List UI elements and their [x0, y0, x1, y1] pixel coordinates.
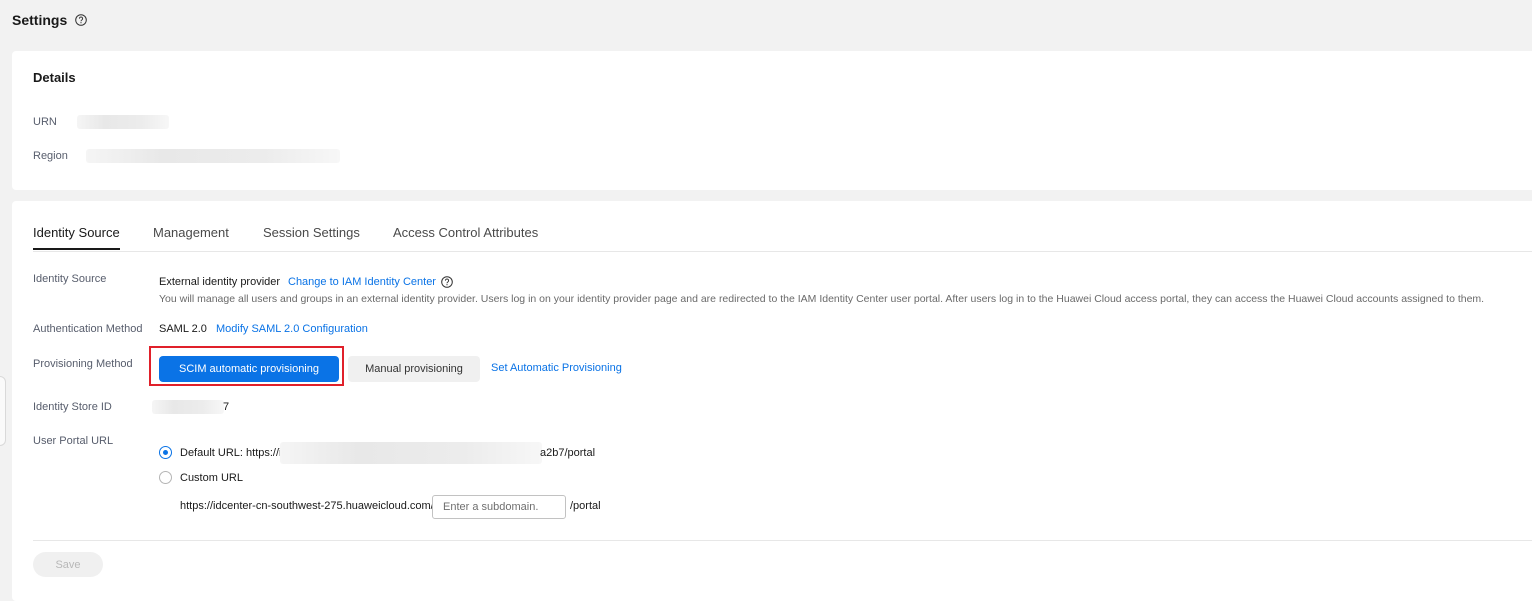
- page-header: Settings: [12, 12, 88, 28]
- urn-value-redacted: [77, 115, 169, 129]
- identity-source-label: Identity Source: [33, 273, 107, 285]
- subdomain-input[interactable]: [432, 495, 566, 519]
- identity-store-id-label: Identity Store ID: [33, 401, 112, 413]
- divider: [33, 540, 1532, 541]
- identity-source-value: External identity provider: [159, 276, 281, 288]
- custom-url-suffix: /portal: [570, 500, 601, 512]
- page-title: Settings: [12, 12, 68, 28]
- side-panel-handle[interactable]: [0, 376, 6, 446]
- manual-provisioning-button[interactable]: Manual provisioning: [348, 356, 480, 382]
- default-url-redacted: [280, 442, 542, 464]
- default-url-radio[interactable]: [159, 446, 172, 459]
- identity-source-description: You will manage all users and groups in …: [159, 293, 1485, 305]
- identity-settings-card: Identity Source Management Session Setti…: [12, 201, 1532, 601]
- tab-identity-source[interactable]: Identity Source: [33, 225, 120, 250]
- modify-saml-configuration-link[interactable]: Modify SAML 2.0 Configuration: [216, 323, 368, 335]
- region-value-redacted: [86, 149, 340, 163]
- tab-access-control-attributes[interactable]: Access Control Attributes: [393, 225, 538, 248]
- set-automatic-provisioning-link[interactable]: Set Automatic Provisioning: [491, 362, 622, 374]
- help-icon[interactable]: [75, 14, 88, 26]
- region-label: Region: [33, 150, 68, 162]
- authentication-method-label: Authentication Method: [33, 323, 143, 335]
- custom-url-radio[interactable]: [159, 471, 172, 484]
- tab-bar: Identity Source Management Session Setti…: [33, 223, 1532, 252]
- tab-session-settings[interactable]: Session Settings: [263, 225, 360, 248]
- details-card: Details URN Region: [12, 51, 1532, 190]
- default-url-suffix: a2b7/portal: [540, 447, 596, 459]
- urn-label: URN: [33, 116, 57, 128]
- change-to-iam-identity-center-link[interactable]: Change to IAM Identity Center: [288, 276, 436, 288]
- custom-url-text: Custom URL: [180, 472, 243, 484]
- default-url-text: Default URL: https://i: [180, 447, 282, 459]
- authentication-method-value: SAML 2.0: [159, 323, 207, 335]
- identity-store-id-suffix: 7: [223, 401, 230, 413]
- help-icon[interactable]: [441, 275, 453, 293]
- identity-store-id-redacted: [152, 400, 224, 414]
- custom-url-prefix: https://idcenter-cn-southwest-275.huawei…: [180, 500, 434, 512]
- user-portal-url-label: User Portal URL: [33, 435, 114, 447]
- details-title: Details: [33, 70, 76, 85]
- provisioning-method-label: Provisioning Method: [33, 358, 133, 370]
- save-button[interactable]: Save: [33, 552, 103, 577]
- scim-automatic-provisioning-button[interactable]: SCIM automatic provisioning: [159, 356, 339, 382]
- tab-management[interactable]: Management: [153, 225, 229, 248]
